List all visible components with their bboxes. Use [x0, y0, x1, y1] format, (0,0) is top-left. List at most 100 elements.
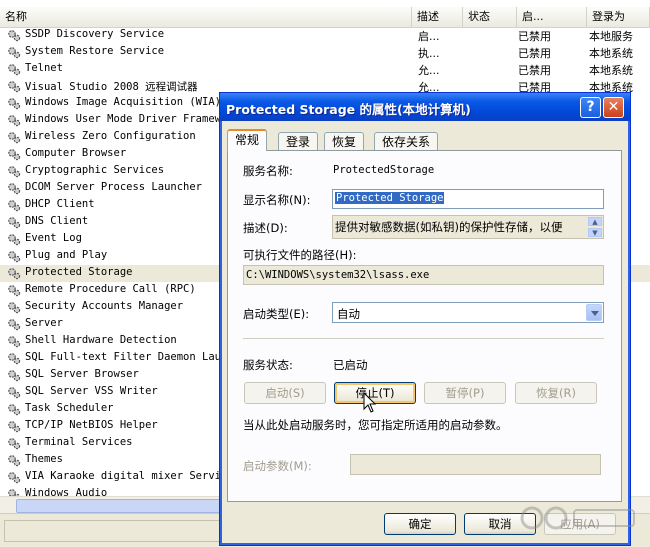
- description-value: 提供对敏感数据(如私钥)的保护性存储，以便: [335, 220, 563, 234]
- exe-path-label: 可执行文件的路径(H):: [243, 248, 357, 262]
- start-button[interactable]: 启动(S): [244, 382, 326, 404]
- gear-icon: [8, 132, 21, 144]
- start-params-label: 启动参数(M):: [243, 459, 312, 473]
- resume-button[interactable]: 恢复(R): [515, 382, 597, 404]
- table-row[interactable]: System Restore Service 执... 已禁用 本地系统: [0, 44, 650, 61]
- gear-icon: [8, 438, 21, 450]
- gear-icon: [8, 421, 21, 433]
- service-name: DHCP Client: [25, 198, 95, 210]
- service-name: SSDP Discovery Service: [25, 28, 165, 40]
- service-name: System Restore Service: [25, 45, 165, 57]
- gear-icon: [8, 387, 21, 399]
- apply-button[interactable]: 应用(A): [544, 513, 616, 535]
- service-desc: 执...: [418, 47, 440, 60]
- help-icon: ?: [586, 99, 595, 115]
- close-button[interactable]: ✕: [603, 97, 624, 118]
- gear-icon: [8, 302, 21, 314]
- col-name-header[interactable]: 名称: [0, 7, 412, 27]
- gear-icon: [8, 455, 21, 467]
- service-startup: 已禁用: [518, 30, 551, 43]
- service-startup: 已禁用: [518, 47, 551, 60]
- tab-dependencies[interactable]: 依存关系: [374, 132, 439, 150]
- scroll-up-icon[interactable]: ▲: [588, 217, 602, 226]
- start-params-hint: 当从此处启动服务时，您可指定所适用的启动参数。: [243, 418, 508, 432]
- gear-icon: [8, 166, 21, 178]
- service-name: DCOM Server Process Launcher: [25, 181, 203, 193]
- gear-icon: [8, 319, 21, 331]
- display-name-label: 显示名称(N):: [243, 193, 311, 207]
- service-desc: 允...: [418, 64, 440, 77]
- service-name: Remote Procedure Call (RPC): [25, 283, 196, 295]
- table-row[interactable]: Telnet 允... 已禁用 本地系统: [0, 61, 650, 78]
- service-name: Themes: [25, 453, 63, 465]
- service-startup: 已禁用: [518, 64, 551, 77]
- service-name: SQL Server Browser: [25, 368, 139, 380]
- divider: [243, 338, 604, 339]
- gear-icon: [8, 268, 21, 280]
- list-header: 名称 描述 状态 启... 登录为: [0, 7, 650, 28]
- service-name: Telnet: [25, 62, 63, 74]
- exe-path-value: C:\WINDOWS\system32\lsass.exe: [246, 269, 430, 281]
- tab-general[interactable]: 常规: [227, 129, 268, 151]
- col-logon-header[interactable]: 登录为: [587, 7, 650, 27]
- service-name: Shell Hardware Detection: [25, 334, 177, 346]
- startup-type-value: 自动: [337, 307, 360, 321]
- gear-icon: [8, 404, 21, 416]
- gear-icon: [8, 472, 21, 484]
- mouse-cursor-icon: [363, 392, 377, 413]
- service-name: Wireless Zero Configuration: [25, 130, 196, 142]
- ok-button[interactable]: 确定: [384, 513, 456, 535]
- service-logon: 本地服务: [589, 30, 633, 43]
- service-status-value: 已启动: [333, 358, 368, 372]
- col-desc-header[interactable]: 描述: [412, 7, 463, 27]
- service-name: TCP/IP NetBIOS Helper: [25, 419, 158, 431]
- service-name-label: 服务名称:: [243, 164, 293, 178]
- service-name: Cryptographic Services: [25, 164, 165, 176]
- gear-icon: [8, 370, 21, 382]
- pause-button[interactable]: 暂停(P): [424, 382, 506, 404]
- gear-icon: [8, 81, 21, 93]
- display-name-field[interactable]: Protected Storage: [332, 189, 604, 209]
- service-logon: 本地系统: [589, 64, 633, 77]
- table-row[interactable]: SSDP Discovery Service 启... 已禁用 本地服务: [0, 27, 650, 44]
- close-icon: ✕: [607, 99, 620, 115]
- gear-icon: [8, 64, 21, 76]
- service-name: Security Accounts Manager: [25, 300, 184, 312]
- chevron-down-icon[interactable]: [586, 304, 602, 321]
- gear-icon: [8, 251, 21, 263]
- gear-icon: [8, 183, 21, 195]
- service-name: SQL Server VSS Writer: [25, 385, 158, 397]
- gear-icon: [8, 285, 21, 297]
- exe-path-field: C:\WINDOWS\system32\lsass.exe: [243, 265, 604, 285]
- description-field[interactable]: 提供对敏感数据(如私钥)的保护性存储，以便 ▲ ▼: [332, 215, 604, 239]
- gear-icon: [8, 47, 21, 59]
- gear-icon: [8, 336, 21, 348]
- service-name: Visual Studio 2008 远程调试器: [25, 81, 198, 93]
- display-name-value: Protected Storage: [335, 192, 445, 204]
- scrollbar-thumb[interactable]: [16, 499, 228, 513]
- service-name: Windows Image Acquisition (WIA): [25, 96, 221, 108]
- tab-logon[interactable]: 登录: [278, 132, 319, 150]
- gear-icon: [8, 200, 21, 212]
- gear-icon: [8, 234, 21, 246]
- service-logon: 本地系统: [589, 47, 633, 60]
- tab-recovery[interactable]: 恢复: [324, 132, 365, 150]
- col-status-header[interactable]: 状态: [463, 7, 517, 27]
- service-name: Terminal Services: [25, 436, 133, 448]
- service-name: Event Log: [25, 232, 82, 244]
- col-startup-header[interactable]: 启...: [517, 7, 587, 27]
- dialog-title: Protected Storage 的属性(本地计算机): [226, 102, 471, 117]
- scroll-down-icon[interactable]: ▼: [588, 228, 602, 237]
- service-name-value: ProtectedStorage: [333, 164, 435, 176]
- service-desc: 启...: [418, 30, 440, 43]
- dialog-titlebar[interactable]: Protected Storage 的属性(本地计算机) ? ✕: [220, 93, 630, 121]
- cancel-button[interactable]: 取消: [464, 513, 536, 535]
- gear-icon: [8, 98, 21, 110]
- service-name: Protected Storage: [25, 266, 133, 278]
- tab-strip: 常规 登录 恢复 依存关系: [227, 129, 622, 151]
- start-params-field[interactable]: [350, 454, 601, 475]
- properties-dialog: Protected Storage 的属性(本地计算机) ? ✕ 常规 登录 恢…: [219, 92, 631, 546]
- service-name: Server: [25, 317, 63, 329]
- help-button[interactable]: ?: [580, 97, 601, 118]
- startup-type-select[interactable]: 自动: [332, 302, 604, 323]
